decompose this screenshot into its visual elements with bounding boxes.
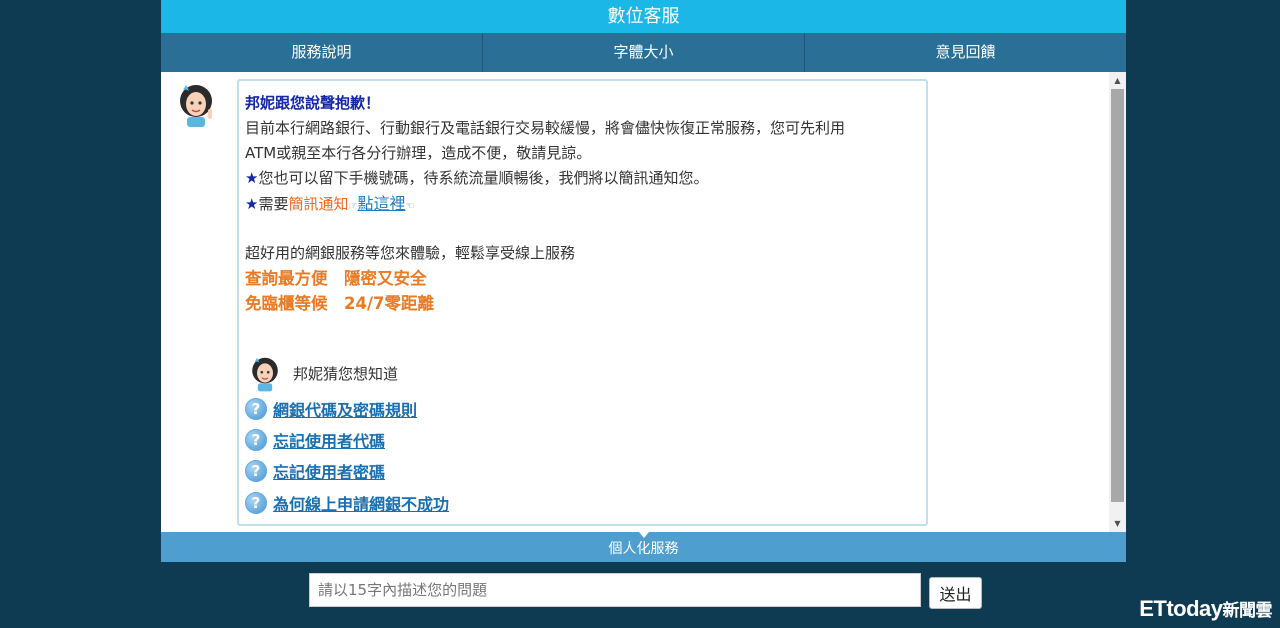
- question-input[interactable]: [309, 573, 921, 607]
- faq-link[interactable]: 忘記使用者代碼: [273, 428, 385, 452]
- tab-service-description[interactable]: 服務說明: [161, 33, 483, 72]
- need-prefix: 需要: [258, 195, 289, 213]
- message-body-line-2: ATM或親至本行各分行辦理，造成不便，敬請見諒。: [245, 144, 592, 162]
- sms-info-text: 您也可以留下手機號碼，待系統流量順暢後，我們將以簡訊通知您。: [258, 169, 709, 187]
- window-title: 數位客服: [161, 0, 1126, 33]
- faq-item[interactable]: ? 網銀代碼及密碼規則: [245, 396, 417, 422]
- avatar-icon: [252, 357, 278, 392]
- sms-request-line: ★需要簡訊通知☞點這裡☜: [245, 191, 926, 216]
- scrollbar[interactable]: ▲ ▼: [1109, 72, 1126, 532]
- avatar-icon: [180, 85, 212, 127]
- sms-info-line: ★您也可以留下手機號碼，待系統流量順暢後，我們將以簡訊通知您。: [245, 166, 926, 191]
- tab-bar: 服務說明 字體大小 意見回饋: [161, 33, 1126, 72]
- hand-pointer-icon: ☜: [405, 201, 415, 212]
- faq-link[interactable]: 網銀代碼及密碼規則: [273, 397, 417, 421]
- promo-intro: 超好用的網銀服務等您來體驗，輕鬆享受線上服務: [245, 244, 576, 262]
- faq-item[interactable]: ? 忘記使用者代碼: [245, 427, 385, 453]
- question-icon: ?: [245, 429, 267, 451]
- click-here-link[interactable]: 點這裡: [357, 194, 405, 213]
- promo-line-1: 查詢最方便 隱密又安全: [245, 269, 427, 288]
- faq-link[interactable]: 忘記使用者密碼: [273, 459, 385, 483]
- question-icon: ?: [245, 492, 267, 514]
- watermark-brand: ETtoday: [1139, 596, 1223, 621]
- personal-service-bar[interactable]: 個人化服務: [161, 532, 1126, 562]
- send-button[interactable]: 送出: [929, 577, 982, 609]
- faq-link[interactable]: 為何線上申請網銀不成功: [273, 491, 449, 515]
- dropdown-triangle-icon: [639, 532, 649, 538]
- chat-window: 數位客服 服務說明 字體大小 意見回饋 邦妮跟您說聲抱歉！ 目前本行網路銀行、行…: [161, 0, 1126, 618]
- watermark-suffix: 新聞雲: [1222, 601, 1273, 620]
- question-icon: ?: [245, 460, 267, 482]
- message-title: 邦妮跟您說聲抱歉！: [245, 94, 381, 112]
- message-body-line-1: 目前本行網路銀行、行動銀行及電話銀行交易較緩慢，將會儘快恢復正常服務，您可先利用: [245, 119, 846, 137]
- promo-line-2: 免臨櫃等候 24/7零距離: [245, 294, 434, 313]
- message-bubble: 邦妮跟您說聲抱歉！ 目前本行網路銀行、行動銀行及電話銀行交易較緩慢，將會儘快恢復…: [237, 79, 928, 526]
- input-bar: 送出: [161, 562, 1126, 618]
- scroll-thumb[interactable]: [1111, 89, 1124, 502]
- watermark-logo: ETtoday新聞雲: [1139, 596, 1272, 622]
- scroll-down-arrow-icon[interactable]: ▼: [1109, 515, 1126, 532]
- faq-item[interactable]: ? 忘記使用者密碼: [245, 458, 385, 484]
- star-icon: ★: [245, 169, 259, 187]
- faq-item[interactable]: ? 為何線上申請網銀不成功: [245, 490, 449, 516]
- tab-font-size[interactable]: 字體大小: [483, 33, 805, 72]
- sms-notify-label: 簡訊通知: [288, 195, 349, 213]
- scroll-up-arrow-icon[interactable]: ▲: [1109, 72, 1126, 89]
- guess-label: 邦妮猜您想知道: [293, 364, 399, 383]
- personal-service-label: 個人化服務: [608, 541, 679, 557]
- star-icon: ★: [245, 195, 259, 213]
- guess-header: 邦妮猜您想知道: [245, 353, 398, 393]
- tab-feedback[interactable]: 意見回饋: [805, 33, 1126, 72]
- question-icon: ?: [245, 398, 267, 420]
- chat-content: 邦妮跟您說聲抱歉！ 目前本行網路銀行、行動銀行及電話銀行交易較緩慢，將會儘快恢復…: [161, 72, 1126, 532]
